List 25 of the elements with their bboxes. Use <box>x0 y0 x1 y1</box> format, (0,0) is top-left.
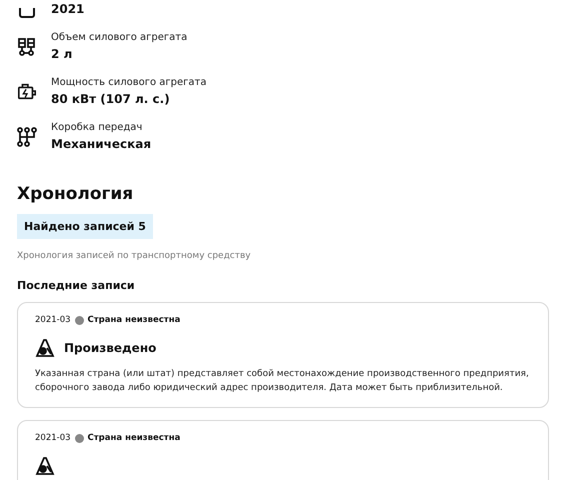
record-country: Страна неизвестна <box>88 315 180 325</box>
gearbox-icon <box>17 127 37 147</box>
calendar-icon <box>18 8 36 18</box>
spec-label: Мощность силового агрегата <box>51 76 207 90</box>
engine-icon <box>17 37 37 57</box>
records-count-badge: Найдено записей 5 <box>17 214 153 239</box>
subsection-title: Последние записи <box>17 279 135 292</box>
spec-label: Объем силового агрегата <box>51 31 188 45</box>
record-date: 2021-03 <box>35 315 71 325</box>
globe-icon <box>74 434 84 442</box>
section-subtitle: Хронология записей по транспортному средству <box>17 251 251 261</box>
battery-bolt-icon <box>17 82 37 102</box>
record-date: 2021-03 <box>35 433 71 443</box>
record-description: Указанная страна (или штат) представляет собой местонахождение производственного предприятия, сборочного завода либо юридический адрес производителя. Дата может быть приблизительной. <box>35 368 530 395</box>
spec-value: 80 кВт (107 л. с.) <box>51 91 171 108</box>
factory-icon <box>35 338 55 358</box>
spec-label: Коробка передач <box>51 121 144 135</box>
globe-icon <box>74 316 84 324</box>
record-country: Страна неизвестна <box>88 433 180 443</box>
factory-icon <box>35 456 55 476</box>
spec-value: 2 л <box>51 46 74 63</box>
spec-value: 2021 <box>51 1 84 18</box>
record-title: Произведено <box>64 341 156 355</box>
section-title: Хронология <box>17 184 134 204</box>
spec-value: Механическая <box>51 136 152 153</box>
